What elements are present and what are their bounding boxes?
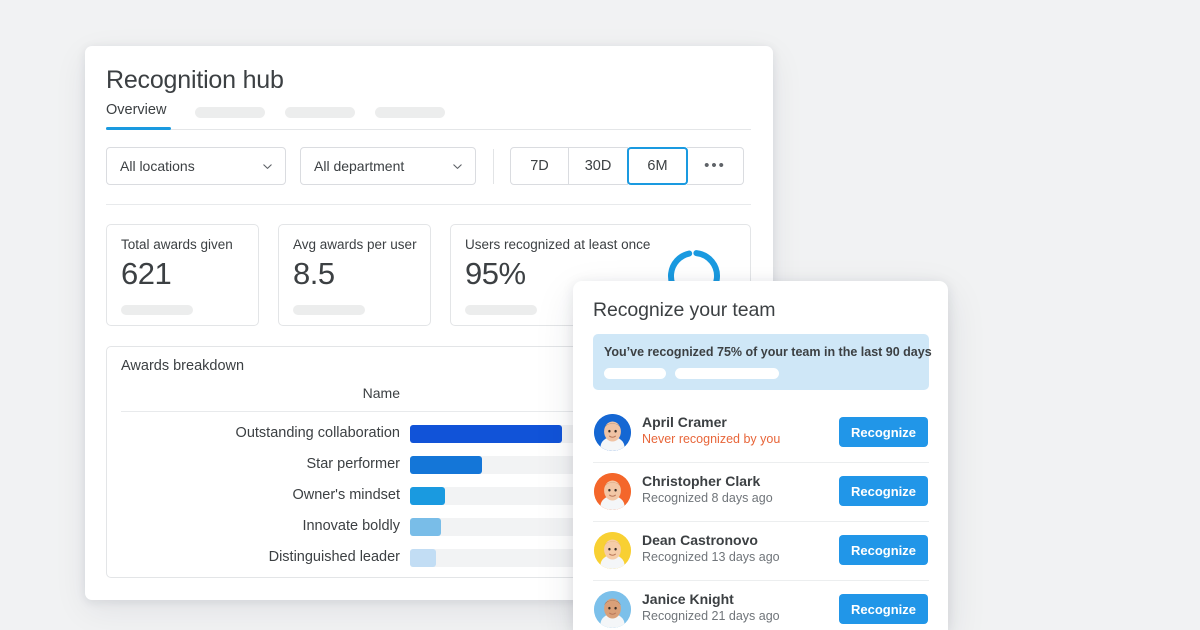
stat-value: 8.5 <box>293 256 335 292</box>
avatar-dean-castronovo <box>594 532 631 569</box>
chevron-down-icon <box>451 160 464 173</box>
banner-placeholder-2 <box>675 368 779 379</box>
department-select[interactable]: All department <box>300 147 476 185</box>
range-7d[interactable]: 7D <box>510 147 569 185</box>
page-canvas: Recognition hub Overview All locations A… <box>0 0 1200 630</box>
tab-bar: Overview <box>106 102 751 130</box>
person-status: Recognized 13 days ago <box>642 550 780 564</box>
tab-placeholder-1[interactable] <box>195 107 265 118</box>
award-bar-fill <box>410 456 482 474</box>
person-status: Recognized 21 days ago <box>642 609 780 623</box>
tab-overview[interactable]: Overview <box>106 102 166 118</box>
stat-value: 95% <box>465 256 526 292</box>
location-select[interactable]: All locations <box>106 147 286 185</box>
award-bar-fill <box>410 518 441 536</box>
awards-breakdown-title: Awards breakdown <box>121 358 244 374</box>
recognize-button[interactable]: Recognize <box>839 476 928 506</box>
person-name: Christopher Clark <box>642 473 760 489</box>
stat-label: Avg awards per user <box>293 237 417 252</box>
stat-label: Total awards given <box>121 237 233 252</box>
person-row: April Cramer Never recognized by you Recog… <box>573 403 948 462</box>
banner-text: You’ve recognized 75% of your team in th… <box>604 345 932 359</box>
award-bar-fill <box>410 425 562 443</box>
award-bar-fill <box>410 549 436 567</box>
people-list: April Cramer Never recognized by you Recog… <box>573 403 948 630</box>
tab-placeholder-2[interactable] <box>285 107 355 118</box>
page-title: Recognition hub <box>106 66 284 95</box>
recognize-button[interactable]: Recognize <box>839 594 928 624</box>
award-name: Owner's mindset <box>121 487 400 503</box>
overlay-title: Recognize your team <box>593 299 775 322</box>
stat-placeholder <box>293 305 365 315</box>
avatar-janice-knight <box>594 591 631 628</box>
award-name: Outstanding collaboration <box>121 425 400 441</box>
stat-placeholder <box>121 305 193 315</box>
recognition-progress-banner: You’ve recognized 75% of your team in th… <box>593 334 929 390</box>
award-bar-fill <box>410 487 445 505</box>
tab-placeholder-3[interactable] <box>375 107 445 118</box>
stat-value: 621 <box>121 256 171 292</box>
award-name: Distinguished leader <box>121 549 400 565</box>
person-name: Dean Castronovo <box>642 532 758 548</box>
stat-placeholder <box>465 305 537 315</box>
avatar-christopher-clark <box>594 473 631 510</box>
recognize-your-team-card: Recognize your team You’ve recognized 75… <box>573 281 948 630</box>
person-status: Never recognized by you <box>642 432 780 446</box>
award-name: Star performer <box>121 456 400 472</box>
time-range-group: 7D 30D 6M ••• <box>510 147 744 185</box>
range-6m[interactable]: 6M <box>627 147 688 185</box>
stat-card-total-awards: Total awards given 621 <box>106 224 259 326</box>
person-name: Janice Knight <box>642 591 734 607</box>
filter-bar: All locations All department 7D 30D 6M •… <box>106 147 751 187</box>
recognize-button[interactable]: Recognize <box>839 535 928 565</box>
range-30d[interactable]: 30D <box>569 147 628 185</box>
recognize-button[interactable]: Recognize <box>839 417 928 447</box>
award-name: Innovate boldly <box>121 518 400 534</box>
person-status: Recognized 8 days ago <box>642 491 773 505</box>
tab-bar-divider <box>106 129 751 130</box>
chevron-down-icon <box>261 160 274 173</box>
stat-card-avg-awards: Avg awards per user 8.5 <box>278 224 431 326</box>
person-row: Dean Castronovo Recognized 13 days ago Rec… <box>573 521 948 580</box>
filter-section-divider <box>106 204 751 205</box>
banner-placeholder-1 <box>604 368 666 379</box>
filter-divider <box>493 149 494 184</box>
ellipsis-icon: ••• <box>704 162 726 170</box>
tab-active-indicator <box>106 127 171 130</box>
person-row: Christopher Clark Recognized 8 days ago Re… <box>573 462 948 521</box>
avatar-april-cramer <box>594 414 631 451</box>
person-name: April Cramer <box>642 414 727 430</box>
column-header-name: Name <box>275 385 400 401</box>
department-select-value: All department <box>314 158 404 174</box>
range-more-button[interactable]: ••• <box>687 147 744 185</box>
location-select-value: All locations <box>120 158 195 174</box>
person-row: Janice Knight Recognized 21 days ago Recog… <box>573 580 948 630</box>
stat-label: Users recognized at least once <box>465 237 650 252</box>
